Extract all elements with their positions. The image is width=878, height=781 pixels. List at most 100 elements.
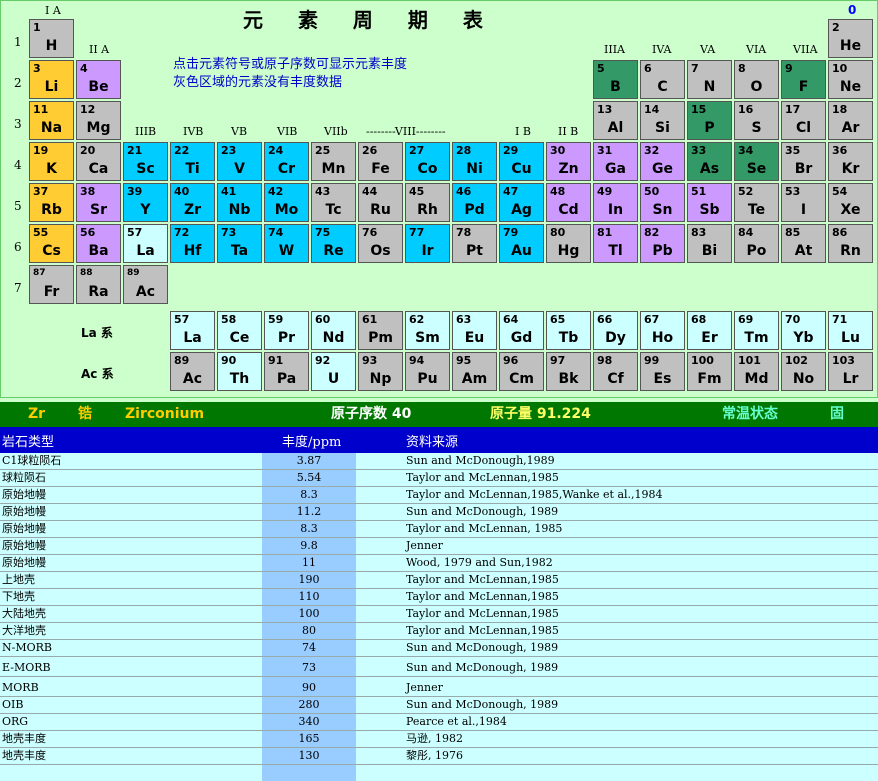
atomic-number[interactable]: 63 <box>456 313 471 326</box>
element-symbol[interactable]: K <box>30 161 73 178</box>
element-symbol[interactable]: Mn <box>312 161 355 178</box>
element-cell-tc[interactable]: 43 Tc <box>311 183 356 222</box>
element-cell-na[interactable]: 11 Na <box>29 101 74 140</box>
element-cell-hf[interactable]: 72 Hf <box>170 224 215 263</box>
element-cell-yb-series[interactable]: 70 Yb <box>781 311 826 350</box>
atomic-number[interactable]: 4 <box>80 62 88 75</box>
element-symbol[interactable]: Fe <box>359 161 402 178</box>
atomic-number[interactable]: 29 <box>503 144 518 157</box>
element-cell-f[interactable]: 9F <box>781 60 826 99</box>
element-symbol[interactable]: Na <box>30 120 73 137</box>
element-cell-sb[interactable]: 51 Sb <box>687 183 732 222</box>
element-cell-tb-series[interactable]: 65 Tb <box>546 311 591 350</box>
element-symbol[interactable]: Tc <box>312 202 355 219</box>
element-symbol[interactable]: Rn <box>829 243 872 260</box>
element-cell-k[interactable]: 19 K <box>29 142 74 181</box>
element-cell-bi[interactable]: 83 Bi <box>687 224 732 263</box>
element-cell-pa-series[interactable]: 91 Pa <box>264 352 309 391</box>
element-cell-h[interactable]: 1H <box>29 19 74 58</box>
atomic-number[interactable]: 54 <box>832 185 847 198</box>
element-symbol[interactable]: Sm <box>406 330 449 347</box>
atomic-number[interactable]: 55 <box>33 226 48 239</box>
atomic-number[interactable]: 24 <box>268 144 283 157</box>
element-cell-cr[interactable]: 24 Cr <box>264 142 309 181</box>
element-cell-ac[interactable]: 89 Ac <box>123 265 168 304</box>
element-symbol[interactable]: Ga <box>594 161 637 178</box>
element-symbol[interactable]: Lr <box>829 371 872 388</box>
atomic-number[interactable]: 80 <box>550 226 565 239</box>
element-symbol[interactable]: P <box>688 120 731 137</box>
atomic-number[interactable]: 99 <box>644 354 659 367</box>
atomic-number[interactable]: 49 <box>597 185 612 198</box>
atomic-number[interactable]: 45 <box>409 185 424 198</box>
element-symbol[interactable]: Pa <box>265 371 308 388</box>
atomic-number[interactable]: 12 <box>80 103 95 116</box>
atomic-number[interactable]: 93 <box>362 354 377 367</box>
atomic-number[interactable]: 79 <box>503 226 518 239</box>
element-cell-rb[interactable]: 37 Rb <box>29 183 74 222</box>
element-cell-tl[interactable]: 81 Tl <box>593 224 638 263</box>
element-symbol[interactable]: Li <box>30 79 73 96</box>
element-cell-fr[interactable]: 87 Fr <box>29 265 74 304</box>
element-cell-am-series[interactable]: 95 Am <box>452 352 497 391</box>
element-symbol[interactable]: Th <box>218 371 261 388</box>
atomic-number[interactable]: 37 <box>33 185 48 198</box>
element-symbol[interactable]: Md <box>735 371 778 388</box>
element-symbol[interactable]: Hg <box>547 243 590 260</box>
element-cell-xe[interactable]: 54 Xe <box>828 183 873 222</box>
atomic-number[interactable]: 8 <box>738 62 746 75</box>
element-symbol[interactable]: Cr <box>265 161 308 178</box>
element-cell-tm-series[interactable]: 69 Tm <box>734 311 779 350</box>
element-cell-la[interactable]: 57 La <box>123 224 168 263</box>
atomic-number[interactable]: 96 <box>503 354 518 367</box>
element-cell-co[interactable]: 27 Co <box>405 142 450 181</box>
element-symbol[interactable]: Nd <box>312 330 355 347</box>
element-cell-au[interactable]: 79 Au <box>499 224 544 263</box>
element-symbol[interactable]: Sr <box>77 202 120 219</box>
element-cell-w[interactable]: 74 W <box>264 224 309 263</box>
element-cell-pb[interactable]: 82 Pb <box>640 224 685 263</box>
atomic-number[interactable]: 30 <box>550 144 565 157</box>
element-symbol[interactable]: Ir <box>406 243 449 260</box>
element-cell-mg[interactable]: 12 Mg <box>76 101 121 140</box>
element-cell-fm-series[interactable]: 100 Fm <box>687 352 732 391</box>
element-symbol[interactable]: Ar <box>829 120 872 137</box>
element-cell-n[interactable]: 7N <box>687 60 732 99</box>
element-symbol[interactable]: Pu <box>406 371 449 388</box>
atomic-number[interactable]: 23 <box>221 144 236 157</box>
atomic-number[interactable]: 1 <box>33 21 41 34</box>
element-symbol[interactable]: Tb <box>547 330 590 347</box>
atomic-number[interactable]: 7 <box>691 62 699 75</box>
atomic-number[interactable]: 28 <box>456 144 471 157</box>
atomic-number[interactable]: 51 <box>691 185 706 198</box>
element-symbol[interactable]: La <box>171 330 214 347</box>
element-symbol[interactable]: Tl <box>594 243 637 260</box>
element-symbol[interactable]: Rh <box>406 202 449 219</box>
atomic-number[interactable]: 92 <box>315 354 330 367</box>
element-cell-p[interactable]: 15 P <box>687 101 732 140</box>
element-symbol[interactable]: Br <box>782 161 825 178</box>
element-cell-ge[interactable]: 32 Ge <box>640 142 685 181</box>
atomic-number[interactable]: 97 <box>550 354 565 367</box>
atomic-number[interactable]: 2 <box>832 21 840 34</box>
element-cell-cf-series[interactable]: 98 Cf <box>593 352 638 391</box>
atomic-number[interactable]: 15 <box>691 103 706 116</box>
element-symbol[interactable]: W <box>265 243 308 260</box>
element-symbol[interactable]: V <box>218 161 261 178</box>
element-cell-rn[interactable]: 86 Rn <box>828 224 873 263</box>
atomic-number[interactable]: 64 <box>503 313 518 326</box>
element-symbol[interactable]: Cm <box>500 371 543 388</box>
element-symbol[interactable]: Mo <box>265 202 308 219</box>
element-symbol[interactable]: Te <box>735 202 778 219</box>
element-symbol[interactable]: Pm <box>359 330 402 347</box>
element-symbol[interactable]: Ni <box>453 161 496 178</box>
element-symbol[interactable]: La <box>124 243 167 260</box>
element-symbol[interactable]: Hf <box>171 243 214 260</box>
element-cell-po[interactable]: 84 Po <box>734 224 779 263</box>
atomic-number[interactable]: 90 <box>221 354 236 367</box>
element-cell-v[interactable]: 23 V <box>217 142 262 181</box>
element-cell-c[interactable]: 6C <box>640 60 685 99</box>
element-symbol[interactable]: Ge <box>641 161 684 178</box>
element-symbol[interactable]: Ca <box>77 161 120 178</box>
atomic-number[interactable]: 95 <box>456 354 471 367</box>
